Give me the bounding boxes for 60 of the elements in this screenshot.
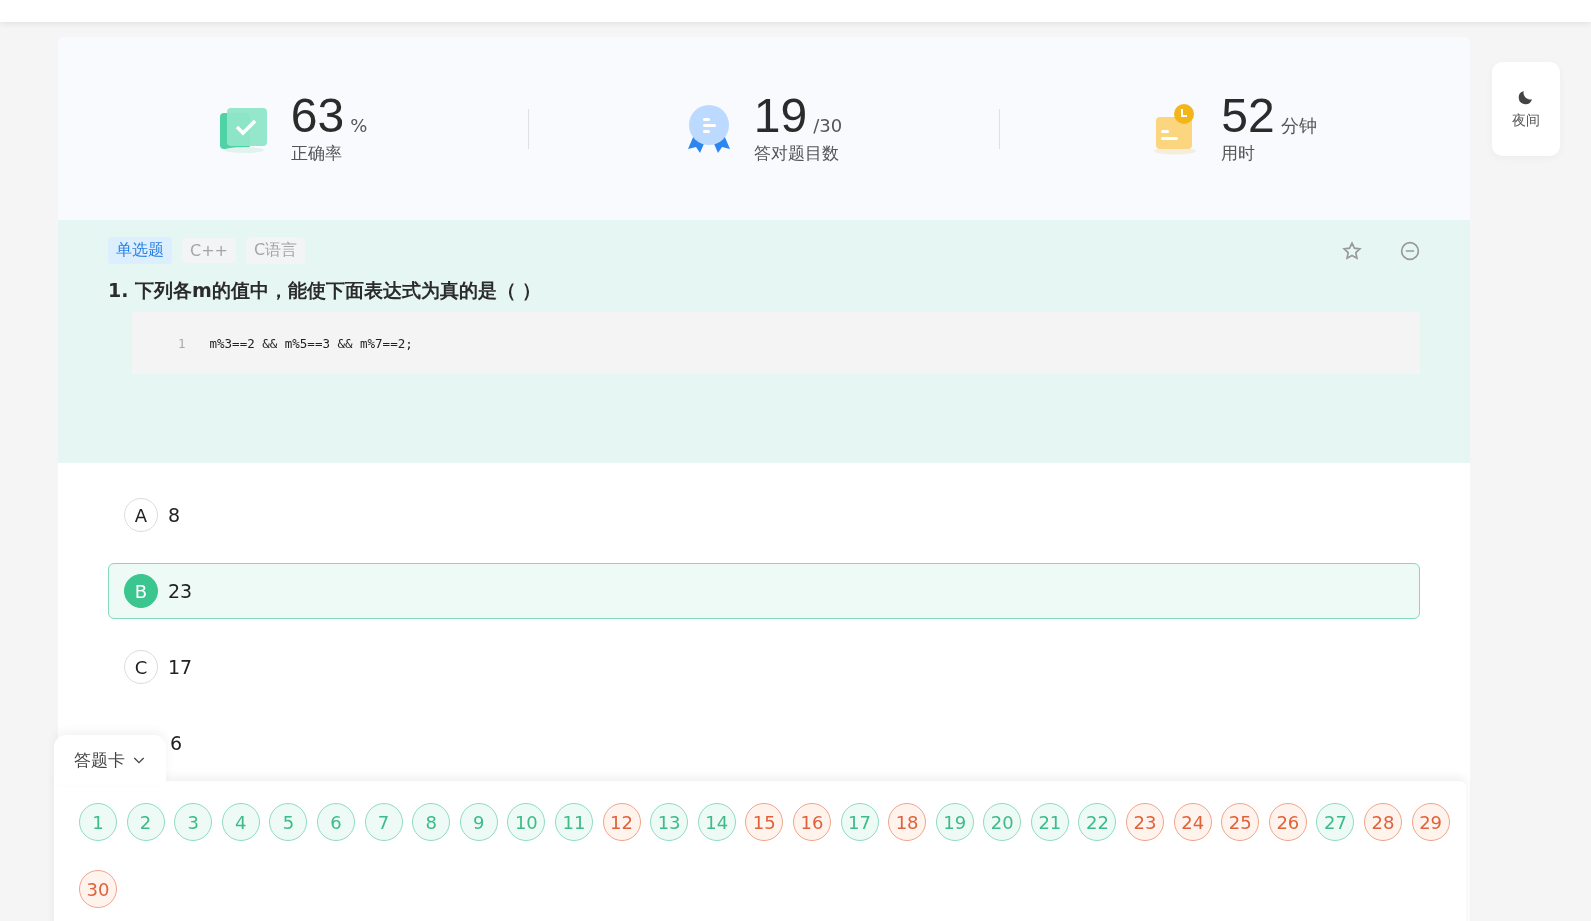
option-letter: B: [124, 574, 158, 608]
option-letter: A: [124, 498, 158, 532]
moon-icon: [1517, 88, 1535, 106]
stat-unit: %: [350, 115, 368, 136]
question-number[interactable]: 18: [888, 803, 927, 841]
award-ribbon-icon: [685, 102, 732, 155]
option-text: 23: [168, 580, 193, 602]
stat-value: 52: [1221, 92, 1275, 140]
night-mode-button[interactable]: 夜间: [1492, 62, 1560, 156]
option-text: 17: [168, 656, 193, 678]
question-number[interactable]: 1: [79, 803, 117, 841]
question-number[interactable]: 4: [221, 803, 260, 841]
minus-circle-icon[interactable]: [1400, 240, 1420, 261]
question-number[interactable]: 7: [364, 803, 403, 841]
question-number[interactable]: 26: [1268, 803, 1307, 841]
question-number[interactable]: 28: [1364, 803, 1403, 841]
question-number[interactable]: 11: [554, 803, 593, 841]
question-number[interactable]: 30: [79, 870, 117, 908]
question-number[interactable]: 2: [126, 803, 165, 841]
question-number[interactable]: 21: [1030, 803, 1069, 841]
option-text: 8: [168, 504, 181, 526]
question-number[interactable]: 14: [697, 803, 736, 841]
question-number[interactable]: 13: [650, 803, 689, 841]
topic-tag: C语言: [246, 237, 306, 264]
question-number[interactable]: 5: [269, 803, 308, 841]
question-number[interactable]: 20: [983, 803, 1022, 841]
question-number[interactable]: 17: [840, 803, 879, 841]
answer-option[interactable]: B 23: [108, 563, 1420, 619]
favorite-star-icon[interactable]: [1342, 240, 1362, 261]
answer-option[interactable]: A 8: [108, 487, 1420, 543]
question-number[interactable]: 19: [935, 803, 974, 841]
answer-option[interactable]: C 17: [108, 639, 1420, 695]
question-title: 1. 下列各m的值中，能使下面表达式为真的是（ ）: [108, 278, 543, 303]
question-number[interactable]: 27: [1316, 803, 1355, 841]
question-number[interactable]: 24: [1173, 803, 1212, 841]
stat-label: 答对题目数: [753, 142, 840, 165]
question-number[interactable]: 22: [1078, 803, 1117, 841]
question-number[interactable]: 10: [507, 803, 546, 841]
stat-unit: /30: [813, 115, 843, 136]
topic-tag: C++: [182, 238, 236, 263]
question-number[interactable]: 15: [745, 803, 784, 841]
question-number[interactable]: 29: [1411, 803, 1450, 841]
question-number[interactable]: 23: [1126, 803, 1165, 841]
question-number[interactable]: 12: [602, 803, 641, 841]
question-number[interactable]: 25: [1221, 803, 1260, 841]
question-number[interactable]: 9: [459, 803, 498, 841]
stat-value: 63: [290, 92, 345, 140]
answer-card-tab[interactable]: 答题卡: [54, 735, 166, 785]
line-number: 1: [178, 335, 186, 351]
stat-value: 19: [753, 92, 808, 140]
stat-unit: 分钟: [1280, 114, 1317, 138]
stat-label: 用时: [1221, 142, 1257, 165]
code-line: m%3==2 && m%5==3 && m%7==2;: [209, 335, 413, 351]
question-number[interactable]: 8: [412, 803, 451, 841]
question-number[interactable]: 6: [316, 803, 355, 841]
question-number[interactable]: 3: [174, 803, 213, 841]
question-type-tag: 单选题: [108, 237, 172, 264]
option-letter: C: [124, 650, 158, 684]
stat-label: 正确率: [290, 142, 343, 165]
question-number[interactable]: 16: [792, 803, 831, 841]
